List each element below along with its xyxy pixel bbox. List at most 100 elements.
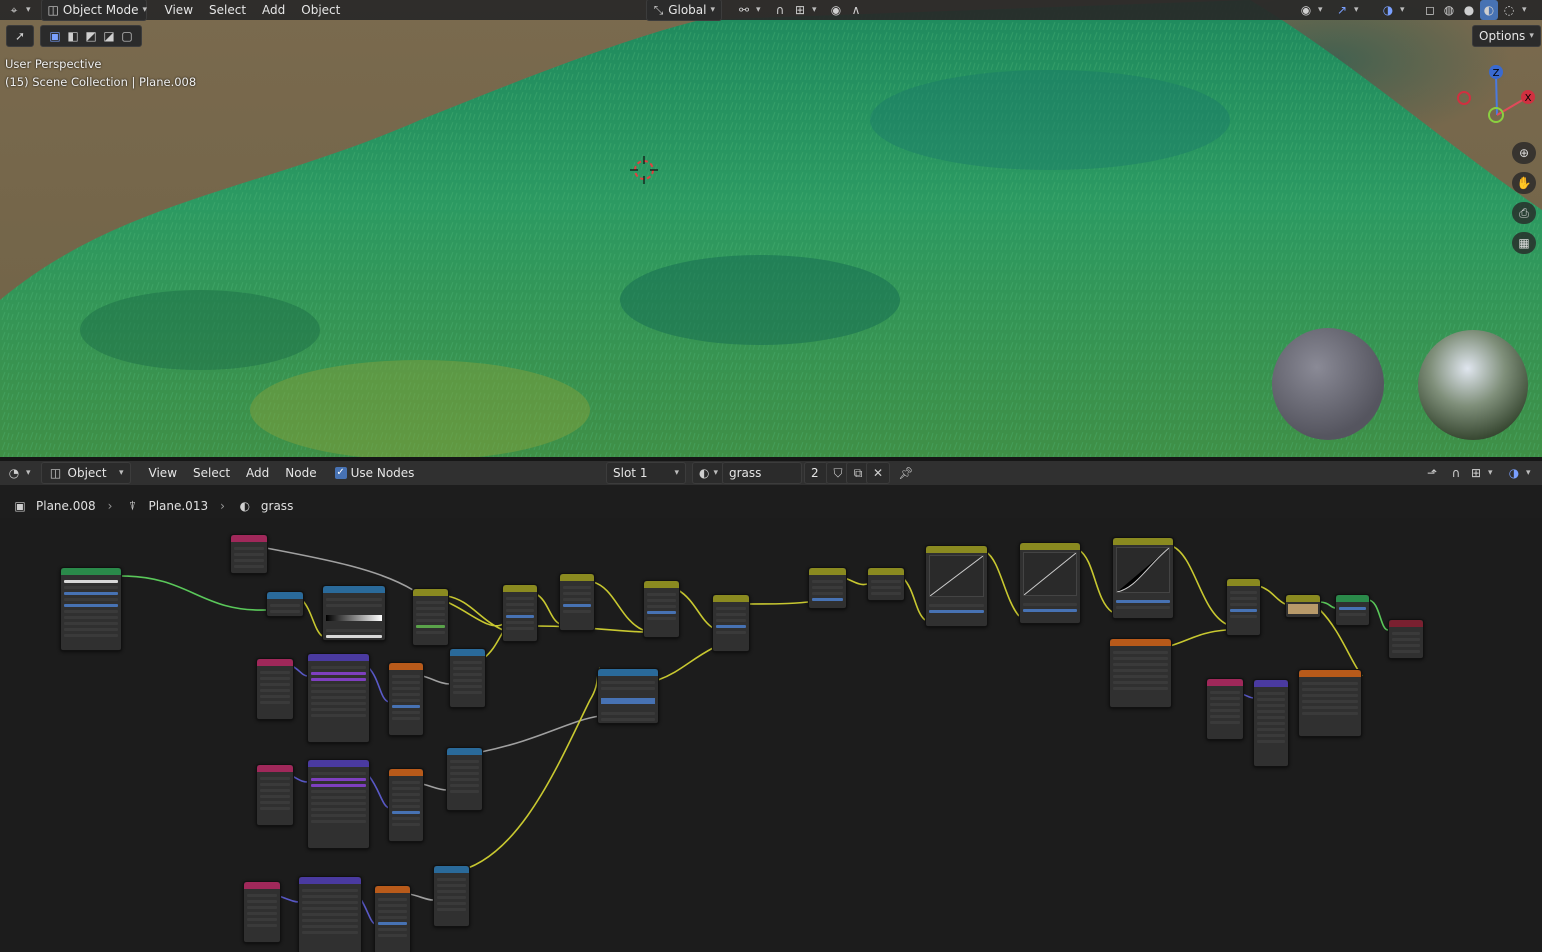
node-mapping-3[interactable] xyxy=(298,876,362,952)
3d-viewport[interactable]: ⌖ ▾ ◫ Object Mode ▾ View Select Add Objec… xyxy=(0,0,1542,457)
object-icon: ◫ xyxy=(49,466,62,480)
arrow-up-icon: ⬏ xyxy=(1426,466,1438,480)
shading-solid[interactable]: ● xyxy=(1460,0,1478,20)
pivot-point-button[interactable]: ⚯ ▾ xyxy=(730,0,767,20)
node-mix[interactable] xyxy=(412,588,449,646)
material-browse-button[interactable]: ◐ ▾ xyxy=(692,462,724,484)
node-image-texture-2[interactable] xyxy=(1298,669,1362,737)
node-rgb-curves-3[interactable] xyxy=(1112,537,1174,619)
node-map-range-2[interactable] xyxy=(446,747,483,811)
node-menu-view[interactable]: View xyxy=(141,466,185,480)
node-mapping-2[interactable] xyxy=(307,759,370,849)
perspective-grid-icon[interactable]: ▦ xyxy=(1512,232,1536,254)
gizmo-x-label: X xyxy=(1525,93,1532,104)
node-overlay-button[interactable]: ◑ ▾ xyxy=(1500,463,1537,483)
material-users-count[interactable]: 2 xyxy=(804,462,828,484)
node-canvas[interactable] xyxy=(0,518,1542,952)
node-mapping-1[interactable] xyxy=(307,653,370,743)
tool-row: ➚ ▣ ◧ ◩ ◪ ▢ xyxy=(6,25,142,47)
editor-type-button[interactable]: ⌖ ▾ xyxy=(0,0,37,20)
shading-material[interactable]: ◐ xyxy=(1480,0,1498,20)
3d-cursor-icon xyxy=(630,156,658,184)
node-camera-info[interactable] xyxy=(230,534,268,574)
node-multiply-4[interactable] xyxy=(712,594,750,652)
node-brightness-contrast[interactable] xyxy=(867,567,905,601)
node-editor-type-button[interactable]: ◔ ▾ xyxy=(0,463,37,483)
select-intersect-icon: ▢ xyxy=(121,29,133,43)
node-color-ramp-2[interactable] xyxy=(597,668,659,724)
node-multiply-1[interactable] xyxy=(502,584,538,642)
node-menu-select[interactable]: Select xyxy=(185,466,238,480)
select-tool-button[interactable]: ➚ xyxy=(6,25,34,47)
pin-button[interactable]: 📌︎ xyxy=(892,463,920,483)
node-principled-bsdf[interactable] xyxy=(60,567,122,651)
node-texture-coordinate-4[interactable] xyxy=(1206,678,1244,740)
node-noise-texture-2[interactable] xyxy=(388,768,424,842)
node-noise-texture-3[interactable] xyxy=(374,885,411,952)
node-mix-color[interactable] xyxy=(1285,594,1321,618)
world-lighting-sphere xyxy=(1272,328,1384,440)
slot-label: Slot 1 xyxy=(613,466,648,480)
node-material-output[interactable] xyxy=(1388,619,1424,659)
shading-rendered[interactable]: ◌ xyxy=(1500,0,1518,20)
zoom-icon[interactable]: ⊕ xyxy=(1512,142,1536,164)
node-mapping-4[interactable] xyxy=(1253,679,1289,767)
shading-wireframe[interactable]: ◍ xyxy=(1440,0,1458,20)
node-texture-coordinate-1[interactable] xyxy=(256,658,294,720)
node-rgb-curves-2[interactable] xyxy=(1019,542,1081,624)
node-shader-to-rgb[interactable] xyxy=(266,591,304,617)
node-map-range-3[interactable] xyxy=(433,865,470,927)
node-snap-button[interactable]: ∩ ⊞ ▾ xyxy=(1442,463,1499,483)
selection-modes[interactable]: ▣ ◧ ◩ ◪ ▢ xyxy=(40,25,142,47)
menu-add[interactable]: Add xyxy=(254,3,293,17)
menu-view[interactable]: View xyxy=(157,3,201,17)
slot-select[interactable]: Slot 1 ▾ xyxy=(606,462,686,484)
mode-select[interactable]: ◫ Object Mode ▾ xyxy=(40,0,147,21)
menu-object[interactable]: Object xyxy=(293,3,348,17)
users-count: 2 xyxy=(811,466,819,480)
node-map-range-1[interactable] xyxy=(449,648,486,708)
hdri-preview-sphere xyxy=(1418,330,1528,440)
hand-pan-icon[interactable]: ✋ xyxy=(1512,172,1536,194)
node-menu-add[interactable]: Add xyxy=(238,466,277,480)
use-nodes-toggle[interactable]: ✓ Use Nodes xyxy=(329,463,421,483)
transform-orientation-select[interactable]: ⤡ Global ▾ xyxy=(646,0,722,21)
node-menu-node[interactable]: Node xyxy=(277,466,324,480)
close-icon: ✕ xyxy=(872,466,884,480)
node-hue-saturation-value[interactable] xyxy=(808,567,847,609)
xray-icon: ◻ xyxy=(1425,3,1435,17)
camera-view-icon[interactable]: ⎙ xyxy=(1512,202,1536,224)
breadcrumb-mesh: Plane.013 xyxy=(148,499,209,513)
snap-button[interactable]: ∩ ⊞ ▾ xyxy=(766,0,823,20)
breadcrumb-separator-icon: › xyxy=(107,499,113,513)
visibility-button[interactable]: ◉ ▾ xyxy=(1292,0,1329,20)
cursor-icon: ➚ xyxy=(14,29,26,43)
node-rgb-curves-1[interactable] xyxy=(925,545,988,627)
snap-increment-icon: ⊞ xyxy=(794,3,806,17)
menu-select[interactable]: Select xyxy=(201,3,254,17)
shading-options[interactable]: ▾ xyxy=(1520,0,1529,20)
node-texture-coordinate-3[interactable] xyxy=(243,881,281,943)
material-name-field[interactable]: grass xyxy=(722,462,802,484)
node-mix-shader[interactable] xyxy=(1335,594,1370,626)
falloff-icon: ∧ xyxy=(851,3,861,17)
use-nodes-label: Use Nodes xyxy=(350,466,415,480)
object-mesh-icon: ▣ xyxy=(14,499,26,513)
overlay-button[interactable]: ◑ ▾ xyxy=(1374,0,1411,20)
node-color-ramp-1[interactable] xyxy=(322,585,386,641)
navigation-gizmo[interactable]: Z X xyxy=(1452,60,1542,130)
gizmo-button[interactable]: ↗ ▾ xyxy=(1328,0,1365,20)
unlink-material-button[interactable]: ✕ xyxy=(866,462,890,484)
overlay-icon: ◑ xyxy=(1382,3,1394,17)
shield-icon: ⛉ xyxy=(833,466,843,480)
node-multiply-2[interactable] xyxy=(559,573,595,631)
node-image-texture-1[interactable] xyxy=(1109,638,1172,708)
proportional-edit-button[interactable]: ◉ ∧ xyxy=(822,0,870,20)
node-multiply-3[interactable] xyxy=(643,580,680,638)
node-texture-coordinate-2[interactable] xyxy=(256,764,294,826)
shader-type-select[interactable]: ◫ Object ▾ xyxy=(40,462,131,484)
node-noise-texture-1[interactable] xyxy=(388,662,424,736)
material-icon: ◐ xyxy=(239,499,251,513)
node-multiply-5[interactable] xyxy=(1226,578,1261,636)
options-button[interactable]: Options ▾ xyxy=(1472,25,1541,47)
